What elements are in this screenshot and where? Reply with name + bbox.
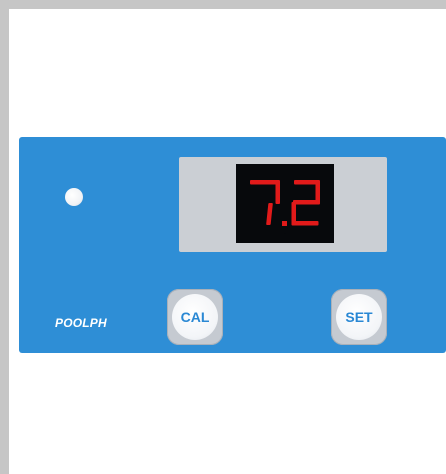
display-value-text: 7.2: [284, 233, 286, 235]
digit-7: [250, 180, 280, 225]
seven-segment-readout: 7.2: [250, 180, 320, 235]
set-button-label: SET: [336, 294, 382, 340]
led-indicator-icon: [65, 188, 83, 206]
decimal-point: [282, 221, 287, 226]
digit-2: [291, 180, 320, 226]
cal-button-label: CAL: [172, 294, 218, 340]
ph-readout-display: 7.2: [236, 164, 334, 243]
set-button[interactable]: SET: [331, 289, 387, 345]
brand-label: POOLPH: [55, 316, 107, 330]
cal-button[interactable]: CAL: [167, 289, 223, 345]
